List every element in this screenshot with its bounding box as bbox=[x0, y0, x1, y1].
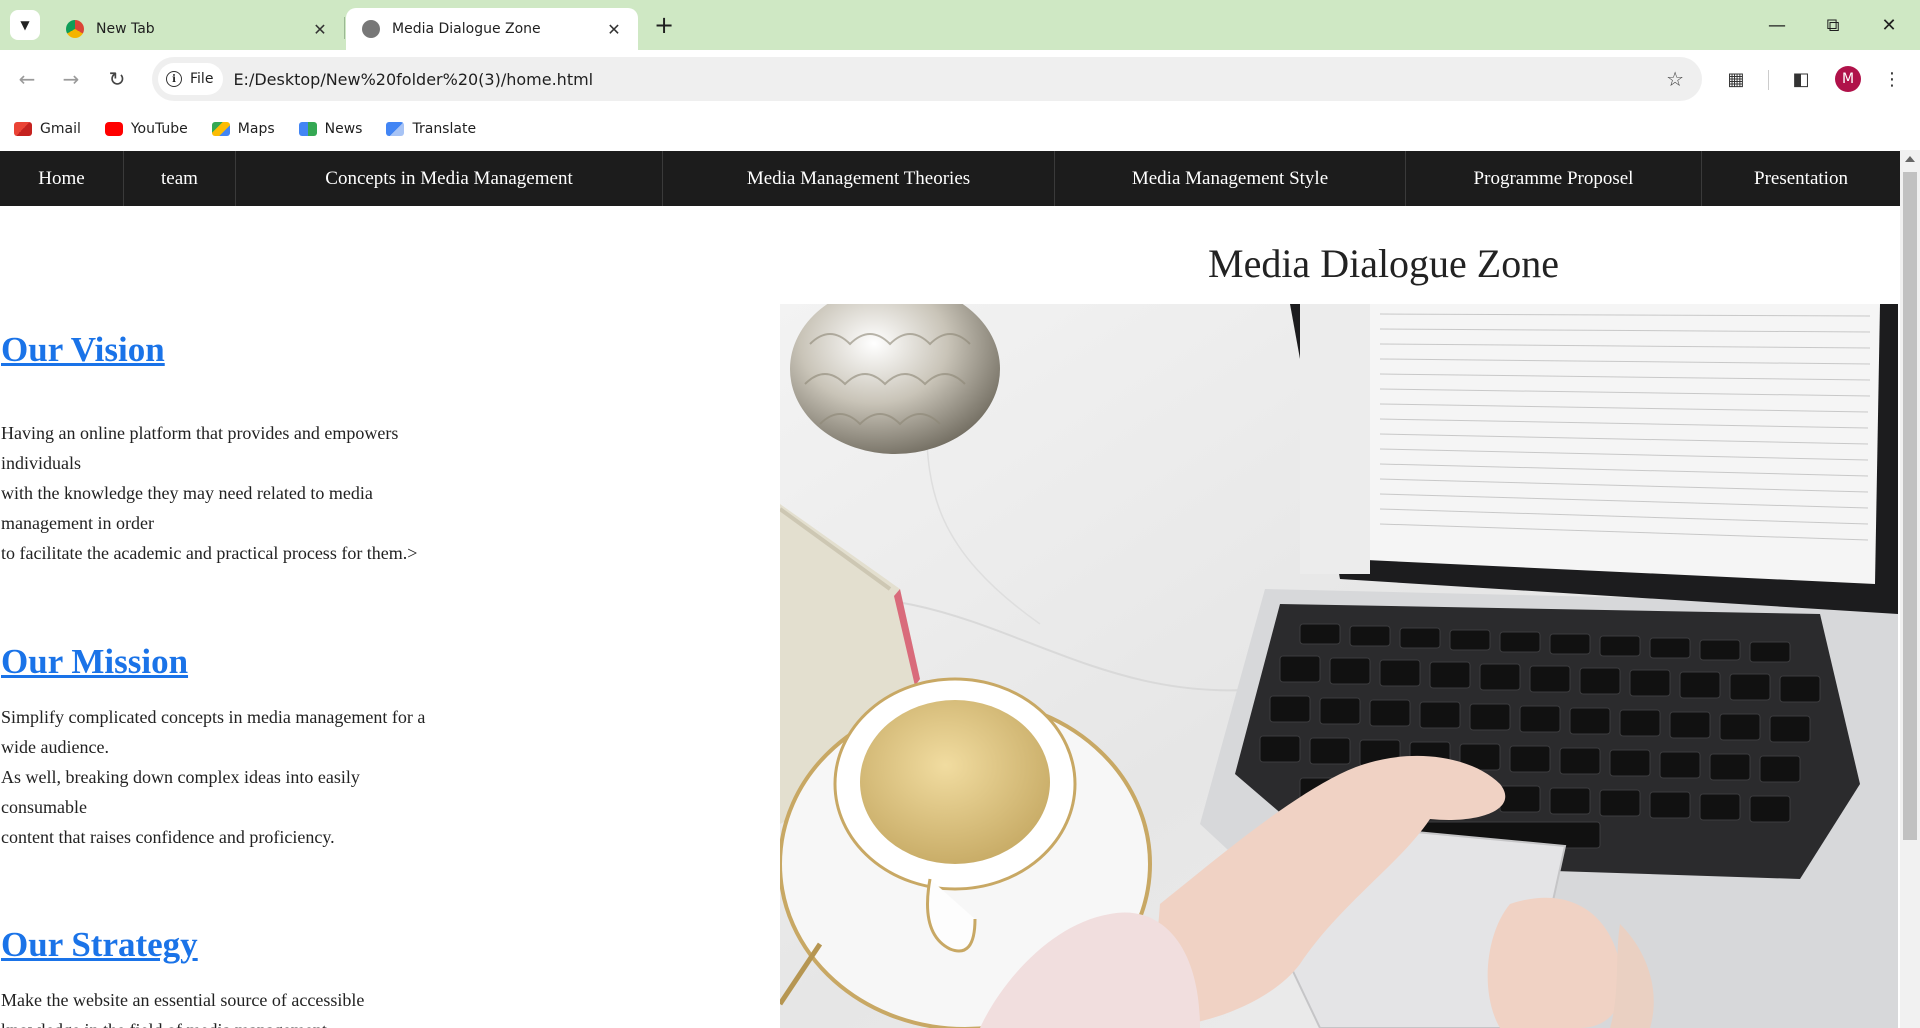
kebab-menu-icon: ⋮ bbox=[1883, 68, 1901, 90]
bookmark-gmail[interactable]: Gmail bbox=[14, 121, 81, 137]
vision-line: to facilitate the academic and practical… bbox=[1, 543, 418, 563]
mission-line: wide audience. bbox=[1, 737, 109, 757]
nav-theories[interactable]: Media Management Theories bbox=[663, 151, 1055, 206]
maps-icon bbox=[211, 122, 230, 136]
bookmark-label: YouTube bbox=[130, 121, 188, 137]
translate-icon bbox=[386, 122, 405, 136]
vision-heading-link[interactable]: Our Vision bbox=[1, 330, 165, 369]
strategy-text: Make the website an essential source of … bbox=[1, 985, 481, 1028]
back-button[interactable]: ← bbox=[12, 64, 42, 94]
extensions-button[interactable]: ▦ bbox=[1720, 63, 1752, 95]
site-navigation: Home team Concepts in Media Management M… bbox=[0, 151, 1900, 206]
hero-image bbox=[780, 304, 1898, 1028]
bookmark-maps[interactable]: Maps bbox=[211, 121, 275, 137]
gmail-icon bbox=[14, 122, 32, 136]
tab-divider bbox=[344, 17, 345, 39]
strategy-heading-link[interactable]: Our Strategy bbox=[1, 925, 198, 964]
vision-line: Having an online platform that provides … bbox=[1, 423, 399, 443]
bookmark-label: Translate bbox=[412, 121, 477, 137]
mission-section: Our Mission Simplify complicated concept… bbox=[1, 642, 481, 852]
site-brand-title: Media Dialogue Zone bbox=[1208, 241, 1559, 286]
globe-icon bbox=[362, 20, 380, 38]
mission-line: content that raises confidence and profi… bbox=[1, 827, 335, 847]
mission-line: Simplify complicated concepts in media m… bbox=[1, 707, 426, 727]
youtube-icon bbox=[104, 122, 123, 136]
vertical-scrollbar[interactable] bbox=[1900, 150, 1920, 1028]
mission-line: As well, breaking down complex ideas int… bbox=[1, 767, 360, 787]
site-info-chip[interactable]: i File bbox=[158, 63, 224, 95]
profile-avatar[interactable]: M bbox=[1835, 66, 1861, 92]
reload-button[interactable]: ↻ bbox=[102, 64, 132, 94]
toolbar-separator bbox=[1768, 70, 1769, 90]
news-icon bbox=[298, 122, 317, 136]
nav-presentation[interactable]: Presentation bbox=[1702, 151, 1900, 206]
strategy-line: knowledge in the field of media manageme… bbox=[1, 1015, 481, 1028]
browser-toolbar: ← → ↻ i File E:/Desktop/New%20folder%20(… bbox=[0, 50, 1920, 108]
close-tab-icon[interactable]: ✕ bbox=[310, 19, 330, 39]
browser-tab-strip: ▼ New Tab ✕ Media Dialogue Zone ✕ + — ⧉ … bbox=[0, 0, 1920, 50]
close-icon: ✕ bbox=[1881, 14, 1897, 36]
strategy-section: Our Strategy Make the website an essenti… bbox=[1, 925, 481, 1028]
arrow-right-icon: → bbox=[62, 67, 80, 91]
close-tab-icon[interactable]: ✕ bbox=[604, 19, 624, 39]
vision-line: with the knowledge they may need related… bbox=[1, 483, 373, 503]
chrome-icon bbox=[66, 20, 84, 38]
laptop-desk-photo bbox=[780, 304, 1898, 1028]
scheme-label: File bbox=[190, 71, 214, 87]
url-text[interactable]: E:/Desktop/New%20folder%20(3)/home.html bbox=[233, 70, 593, 89]
mission-heading-link[interactable]: Our Mission bbox=[1, 642, 188, 681]
tab-new-tab[interactable]: New Tab ✕ bbox=[50, 8, 344, 50]
restore-icon: ⧉ bbox=[1826, 14, 1840, 36]
vision-text: Having an online platform that provides … bbox=[1, 418, 481, 568]
info-icon: i bbox=[166, 71, 182, 87]
strategy-line: Make the website an essential source of … bbox=[1, 990, 365, 1010]
forward-button[interactable]: → bbox=[56, 64, 86, 94]
bookmark-label: Gmail bbox=[40, 121, 81, 137]
puzzle-icon: ▦ bbox=[1727, 68, 1745, 90]
tab-title: New Tab bbox=[96, 21, 155, 37]
bookmark-label: Maps bbox=[237, 121, 275, 137]
chevron-down-icon: ▼ bbox=[20, 18, 30, 32]
menu-button[interactable]: ⋮ bbox=[1876, 63, 1908, 95]
new-tab-button[interactable]: + bbox=[650, 11, 678, 39]
nav-home[interactable]: Home bbox=[0, 151, 124, 206]
vision-section: Our Vision Having an online platform tha… bbox=[1, 330, 481, 568]
address-bar[interactable]: i File E:/Desktop/New%20folder%20(3)/hom… bbox=[152, 57, 1702, 101]
nav-style[interactable]: Media Management Style bbox=[1055, 151, 1406, 206]
mission-line: consumable bbox=[1, 797, 87, 817]
arrow-left-icon: ← bbox=[18, 67, 36, 91]
reload-icon: ↻ bbox=[108, 67, 126, 91]
bookmark-star-icon[interactable]: ☆ bbox=[1666, 67, 1684, 91]
mission-text: Simplify complicated concepts in media m… bbox=[1, 702, 481, 852]
nav-concepts[interactable]: Concepts in Media Management bbox=[236, 151, 663, 206]
side-panel-icon: ◧ bbox=[1792, 68, 1810, 90]
vision-line: individuals bbox=[1, 453, 81, 473]
bookmark-youtube[interactable]: YouTube bbox=[104, 121, 188, 137]
nav-team[interactable]: team bbox=[124, 151, 236, 206]
restore-button[interactable]: ⧉ bbox=[1810, 7, 1856, 43]
page-viewport: Home team Concepts in Media Management M… bbox=[0, 150, 1920, 1028]
tab-title: Media Dialogue Zone bbox=[392, 21, 541, 37]
bookmark-translate[interactable]: Translate bbox=[386, 121, 476, 137]
scroll-up-icon[interactable] bbox=[1905, 156, 1915, 162]
minimize-button[interactable]: — bbox=[1754, 7, 1800, 43]
tab-search-button[interactable]: ▼ bbox=[10, 10, 40, 40]
bookmark-news[interactable]: News bbox=[298, 121, 363, 137]
tab-media-dialogue-zone[interactable]: Media Dialogue Zone ✕ bbox=[346, 8, 638, 50]
scrollbar-thumb[interactable] bbox=[1903, 172, 1917, 840]
close-window-button[interactable]: ✕ bbox=[1866, 7, 1912, 43]
bookmarks-bar: Gmail YouTube Maps News Translate bbox=[0, 108, 1920, 150]
plus-icon: + bbox=[653, 11, 675, 39]
minimize-icon: — bbox=[1768, 14, 1786, 36]
side-panel-button[interactable]: ◧ bbox=[1785, 63, 1817, 95]
nav-programme-proposel[interactable]: Programme Proposel bbox=[1406, 151, 1702, 206]
bookmark-label: News bbox=[324, 121, 363, 137]
vision-line: management in order bbox=[1, 513, 154, 533]
